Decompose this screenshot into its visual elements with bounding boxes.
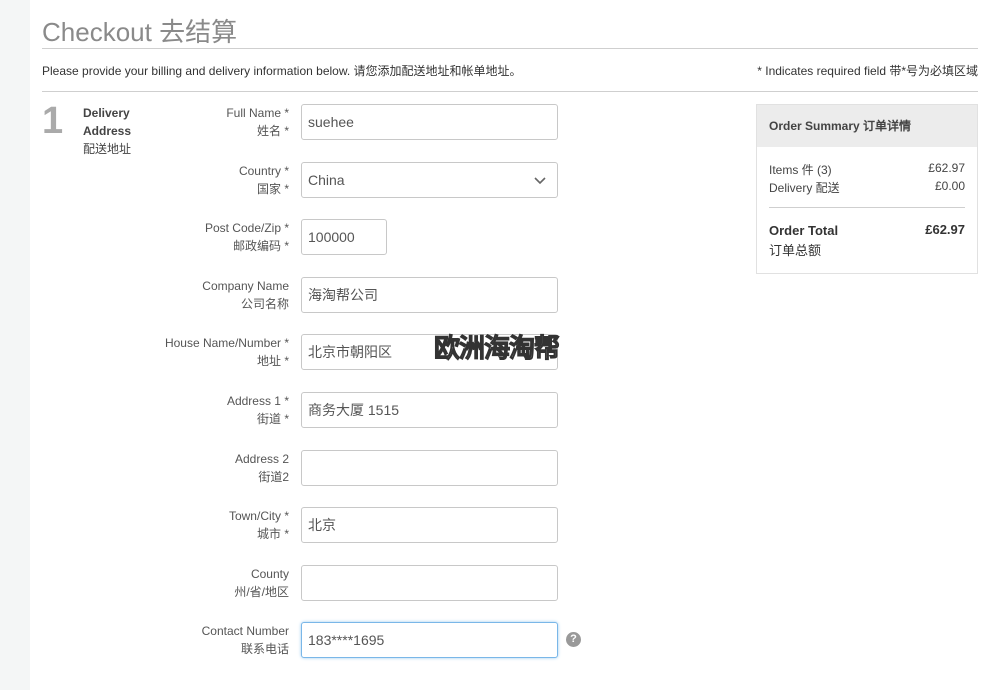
intro-text: Please provide your billing and delivery…: [42, 64, 522, 78]
page-title: Checkout 去结算: [42, 17, 238, 47]
address2-input[interactable]: [301, 450, 558, 486]
address1-label-en: Address 1 *: [226, 394, 289, 408]
post-code-label-zh: 邮政编码 *: [232, 239, 289, 253]
full-name-label-en: Full Name *: [226, 106, 289, 120]
summary-delivery-row: Delivery 配送 £0.00: [769, 179, 965, 196]
required-field-note: * Indicates required field 带*号为必填区域: [757, 64, 978, 78]
address2-label-en: Address 2: [234, 452, 289, 466]
town-label-zh: 城市 *: [256, 527, 289, 541]
house-label: House Name/Number * 地址 *: [109, 334, 289, 370]
order-total-label: Order Total 订单总额: [769, 221, 838, 261]
country-select-value: China: [308, 172, 345, 188]
house-label-zh: 地址 *: [256, 354, 289, 368]
summary-divider: [769, 207, 965, 208]
address2-label-zh: 街道2: [258, 470, 289, 484]
contact-label-zh: 联系电话: [240, 642, 289, 656]
summary-delivery-amount: £0.00: [934, 179, 965, 193]
county-label: County 州/省/地区: [109, 565, 289, 601]
country-select[interactable]: China: [301, 162, 558, 198]
contact-number-input[interactable]: [301, 622, 558, 658]
watermark-text: 欧洲海淘帮: [433, 333, 560, 364]
post-code-label-en: Post Code/Zip *: [204, 221, 289, 235]
contact-label-en: Contact Number: [201, 624, 289, 638]
company-label: Company Name 公司名称: [109, 277, 289, 313]
country-label: Country * 国家 *: [109, 162, 289, 198]
post-code-label: Post Code/Zip * 邮政编码 *: [109, 219, 289, 255]
county-label-en: County: [250, 567, 289, 581]
company-label-zh: 公司名称: [240, 297, 289, 311]
company-label-en: Company Name: [202, 279, 289, 293]
address1-label-zh: 街道 *: [256, 412, 289, 426]
house-label-en: House Name/Number *: [164, 336, 289, 350]
step-number: 1: [42, 100, 64, 142]
help-icon[interactable]: ?: [566, 632, 581, 647]
order-total-label-en: Order Total: [769, 223, 839, 238]
step-label-zh: 配送地址: [83, 142, 132, 156]
town-input[interactable]: [301, 507, 558, 543]
summary-delivery-label: Delivery 配送: [769, 181, 840, 195]
checkout-page: Checkout 去结算 Please provide your billing…: [30, 0, 1000, 690]
summary-items-amount: £62.97: [928, 161, 965, 175]
town-label-en: Town/City *: [228, 509, 289, 523]
address1-label: Address 1 * 街道 *: [109, 392, 289, 428]
summary-items-label: Items 件 (3): [769, 163, 832, 177]
intro-divider: [42, 91, 978, 92]
chevron-down-icon: [534, 177, 546, 185]
contact-label: Contact Number 联系电话: [109, 622, 289, 658]
order-total-amount: £62.97: [925, 222, 965, 237]
address1-input[interactable]: [301, 392, 558, 428]
summary-items-row: Items 件 (3) £62.97: [769, 161, 965, 178]
full-name-label: Full Name * 姓名 *: [109, 104, 289, 140]
country-label-en: Country *: [238, 164, 289, 178]
county-label-zh: 州/省/地区: [234, 585, 289, 599]
company-input[interactable]: [301, 277, 558, 313]
order-summary-title: Order Summary 订单详情: [757, 105, 977, 147]
post-code-input[interactable]: [301, 219, 387, 255]
order-total-label-zh: 订单总额: [769, 243, 822, 258]
address2-label: Address 2 街道2: [109, 450, 289, 486]
full-name-label-zh: 姓名 *: [256, 124, 289, 138]
order-summary-panel: Order Summary 订单详情 Items 件 (3) £62.97 De…: [756, 104, 978, 274]
title-divider: [42, 48, 978, 49]
town-label: Town/City * 城市 *: [109, 507, 289, 543]
county-input[interactable]: [301, 565, 558, 601]
country-label-zh: 国家 *: [256, 182, 289, 196]
full-name-input[interactable]: [301, 104, 558, 140]
